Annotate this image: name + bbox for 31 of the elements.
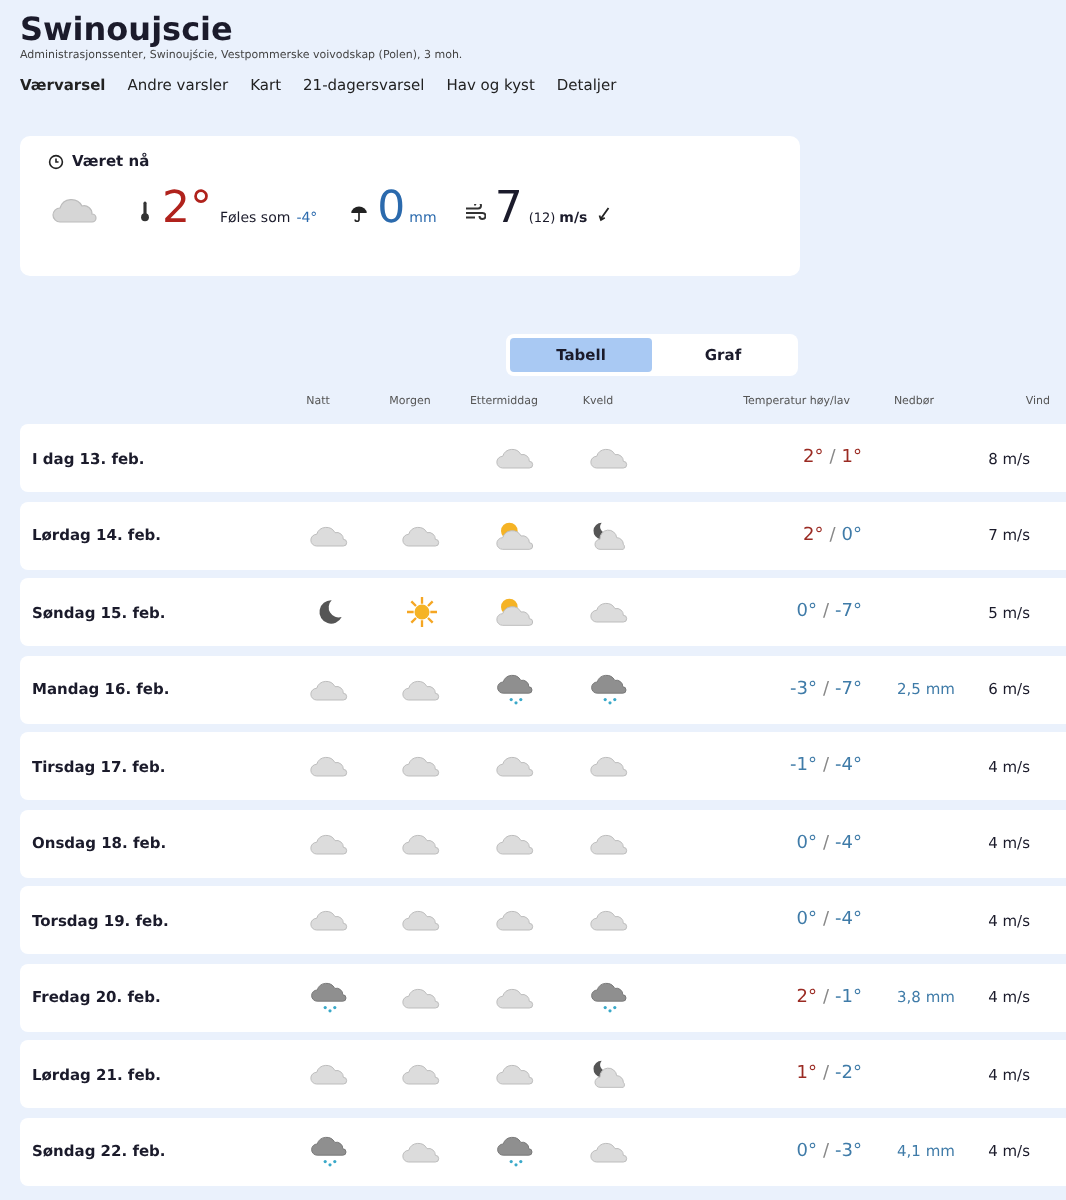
snow-cloud-icon <box>590 673 630 705</box>
temperature-high-low: 0° / -4° <box>796 910 864 930</box>
sun-behind-cloud-icon <box>496 596 536 628</box>
wind-direction-arrow-icon <box>597 206 610 222</box>
wind-icon <box>464 204 487 222</box>
cloud-icon <box>52 196 100 224</box>
moon-behind-cloud-icon <box>590 1058 630 1090</box>
snow-cloud-icon <box>496 1135 536 1167</box>
temperature-high-low: 2° / 0° <box>802 525 864 545</box>
temperature-high-low: 0° / -3° <box>796 1141 864 1161</box>
current-temperature: 2° <box>162 188 212 232</box>
snow-cloud-icon <box>590 981 630 1013</box>
temperature-high-low: 1° / -2° <box>796 1064 864 1084</box>
sun-behind-cloud-icon <box>496 519 536 551</box>
clock-icon <box>48 153 64 169</box>
temperature-high-low: -3° / -7° <box>789 679 864 699</box>
current-precipitation: 0 <box>377 188 406 232</box>
snow-cloud-icon <box>496 673 536 705</box>
temperature-high-low: -1° / -4° <box>789 756 864 776</box>
umbrella-icon <box>349 204 368 222</box>
temperature-high-low: 2° / -1° <box>796 987 864 1007</box>
thermometer-icon <box>140 200 150 222</box>
snow-cloud-icon <box>310 1135 350 1167</box>
temperature-high-low: 2° / 1° <box>802 448 864 468</box>
temperature-high-low: 0° / -4° <box>796 833 864 853</box>
snow-cloud-icon <box>310 981 350 1013</box>
sun-icon <box>402 596 442 628</box>
current-wind-speed: 7 <box>494 188 523 232</box>
city-title: Swinoujscie <box>20 12 235 48</box>
moon-behind-cloud-icon <box>590 519 630 551</box>
temperature-high-low: 0° / -7° <box>796 602 864 622</box>
